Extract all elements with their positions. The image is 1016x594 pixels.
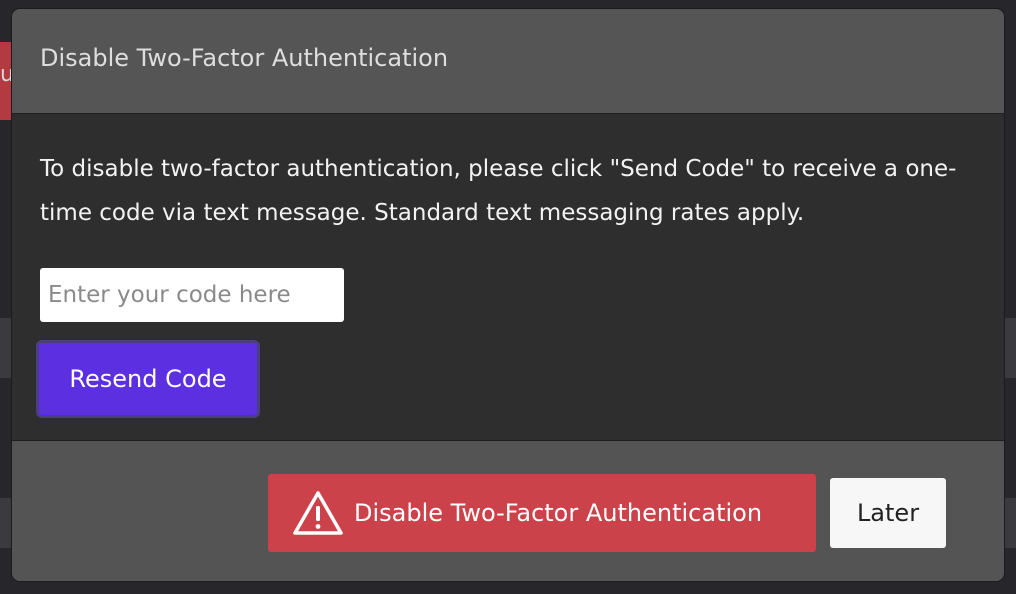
modal-title: Disable Two-Factor Authentication xyxy=(40,44,449,72)
disable-2fa-button[interactable]: Disable Two-Factor Authentication xyxy=(268,474,816,552)
modal-footer: Disable Two-Factor Authentication Later xyxy=(12,441,1004,581)
modal-header: Disable Two-Factor Authentication xyxy=(12,9,1004,114)
disable-2fa-modal: Disable Two-Factor Authentication To dis… xyxy=(12,9,1004,581)
code-input[interactable] xyxy=(40,268,344,322)
modal-body: To disable two-factor authentication, pl… xyxy=(12,114,1004,441)
resend-code-button[interactable]: Resend Code xyxy=(36,340,260,418)
later-button[interactable]: Later xyxy=(830,478,946,548)
modal-description: To disable two-factor authentication, pl… xyxy=(40,156,957,226)
warning-triangle-icon xyxy=(292,490,344,536)
disable-2fa-button-label: Disable Two-Factor Authentication xyxy=(354,499,763,527)
